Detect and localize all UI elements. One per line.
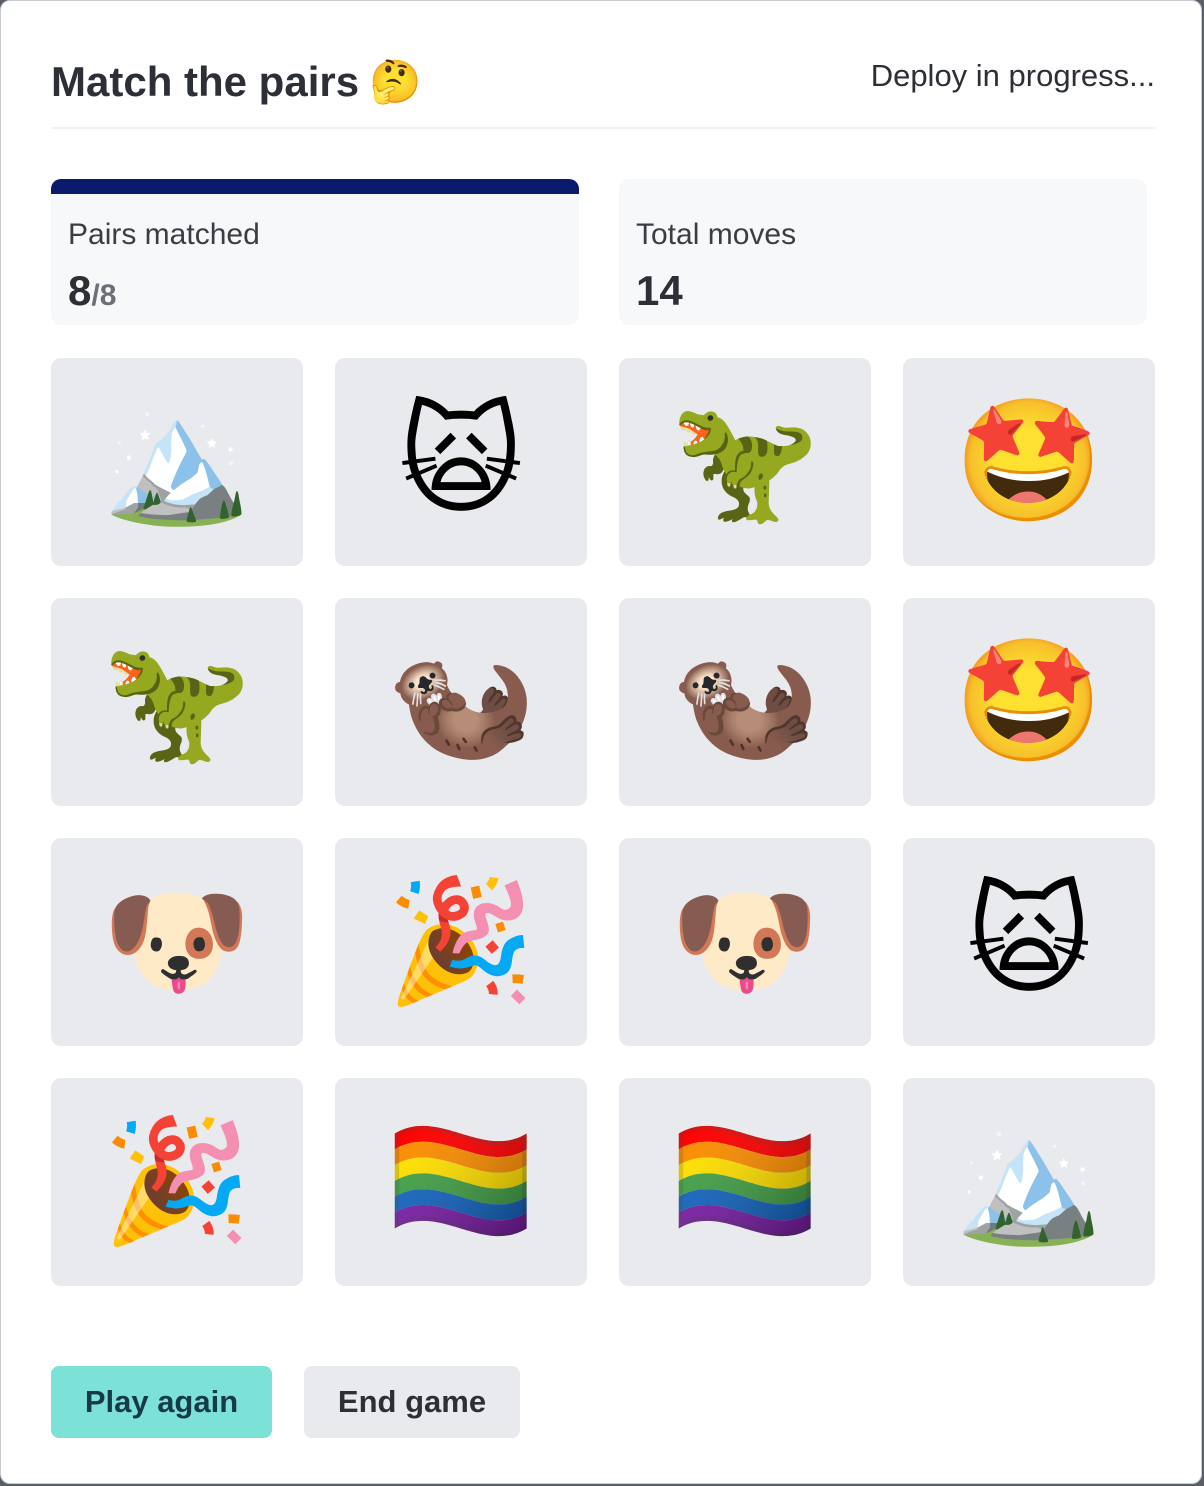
memory-card[interactable]: 🦖 xyxy=(51,598,303,806)
star-struck-icon: 🤩 xyxy=(954,392,1104,531)
card-grid: 🏔️ 🙀 🦖 🤩 🦖 🦦 🦦 🤩 🐶 🎉 🐶 🙀 🎉 🏳️‍🌈 🏳️‍🌈 🏔️ xyxy=(51,358,1155,1286)
memory-card[interactable]: 🦖 xyxy=(619,358,871,566)
pairs-matched-label: Pairs matched xyxy=(68,218,260,251)
memory-card[interactable]: 🏔️ xyxy=(903,1078,1155,1286)
weary-cat-icon: 🙀 xyxy=(966,872,1092,1011)
dog-icon: 🐶 xyxy=(102,872,252,1011)
party-popper-icon: 🎉 xyxy=(386,872,536,1011)
mountain-icon: 🏔️ xyxy=(102,392,252,531)
memory-card[interactable]: 🦦 xyxy=(619,598,871,806)
memory-card[interactable]: 🙀 xyxy=(335,358,587,566)
memory-card[interactable]: 🎉 xyxy=(51,1078,303,1286)
pairs-matched-count: 8 xyxy=(68,267,92,314)
deploy-status: Deploy in progress... xyxy=(870,58,1155,93)
t-rex-icon: 🦖 xyxy=(670,392,820,531)
memory-card[interactable]: 🐶 xyxy=(51,838,303,1046)
memory-card[interactable]: 🏳️‍🌈 xyxy=(619,1078,871,1286)
title-text: Match the pairs xyxy=(51,58,360,105)
otter-icon: 🦦 xyxy=(670,632,820,771)
star-struck-icon: 🤩 xyxy=(954,632,1104,771)
pairs-progress-bar xyxy=(51,179,579,194)
memory-card[interactable]: 🎉 xyxy=(335,838,587,1046)
total-moves-label: Total moves xyxy=(636,218,797,251)
pairs-progress-fill xyxy=(51,179,579,194)
party-popper-icon: 🎉 xyxy=(102,1112,252,1251)
total-moves-card: Total moves 14 xyxy=(619,179,1147,325)
weary-cat-icon: 🙀 xyxy=(398,392,524,531)
memory-card[interactable]: 🤩 xyxy=(903,598,1155,806)
thinking-face-icon: 🤔 xyxy=(369,58,422,105)
memory-card[interactable]: 🏔️ xyxy=(51,358,303,566)
otter-icon: 🦦 xyxy=(386,632,536,771)
pairs-matched-card: Pairs matched 8/8 xyxy=(51,179,579,325)
end-game-button[interactable]: End game xyxy=(304,1366,520,1438)
memory-card[interactable]: 🤩 xyxy=(903,358,1155,566)
play-again-button[interactable]: Play again xyxy=(51,1366,272,1438)
dog-icon: 🐶 xyxy=(670,872,820,1011)
rainbow-flag-icon: 🏳️‍🌈 xyxy=(386,1112,536,1251)
game-panel: Match the pairs 🤔 Deploy in progress... P… xyxy=(0,0,1202,1484)
pairs-matched-value: 8/8 xyxy=(68,267,116,320)
memory-card[interactable]: 🏳️‍🌈 xyxy=(335,1078,587,1286)
pairs-matched-total: /8 xyxy=(91,279,117,312)
memory-card[interactable]: 🙀 xyxy=(903,838,1155,1046)
page-title: Match the pairs 🤔 xyxy=(51,57,421,107)
t-rex-icon: 🦖 xyxy=(102,632,252,771)
memory-card[interactable]: 🦦 xyxy=(335,598,587,806)
total-moves-value: 14 xyxy=(636,267,683,314)
mountain-icon: 🏔️ xyxy=(954,1112,1104,1251)
memory-card[interactable]: 🐶 xyxy=(619,838,871,1046)
header: Match the pairs 🤔 Deploy in progress... xyxy=(51,49,1155,129)
rainbow-flag-icon: 🏳️‍🌈 xyxy=(670,1112,820,1251)
